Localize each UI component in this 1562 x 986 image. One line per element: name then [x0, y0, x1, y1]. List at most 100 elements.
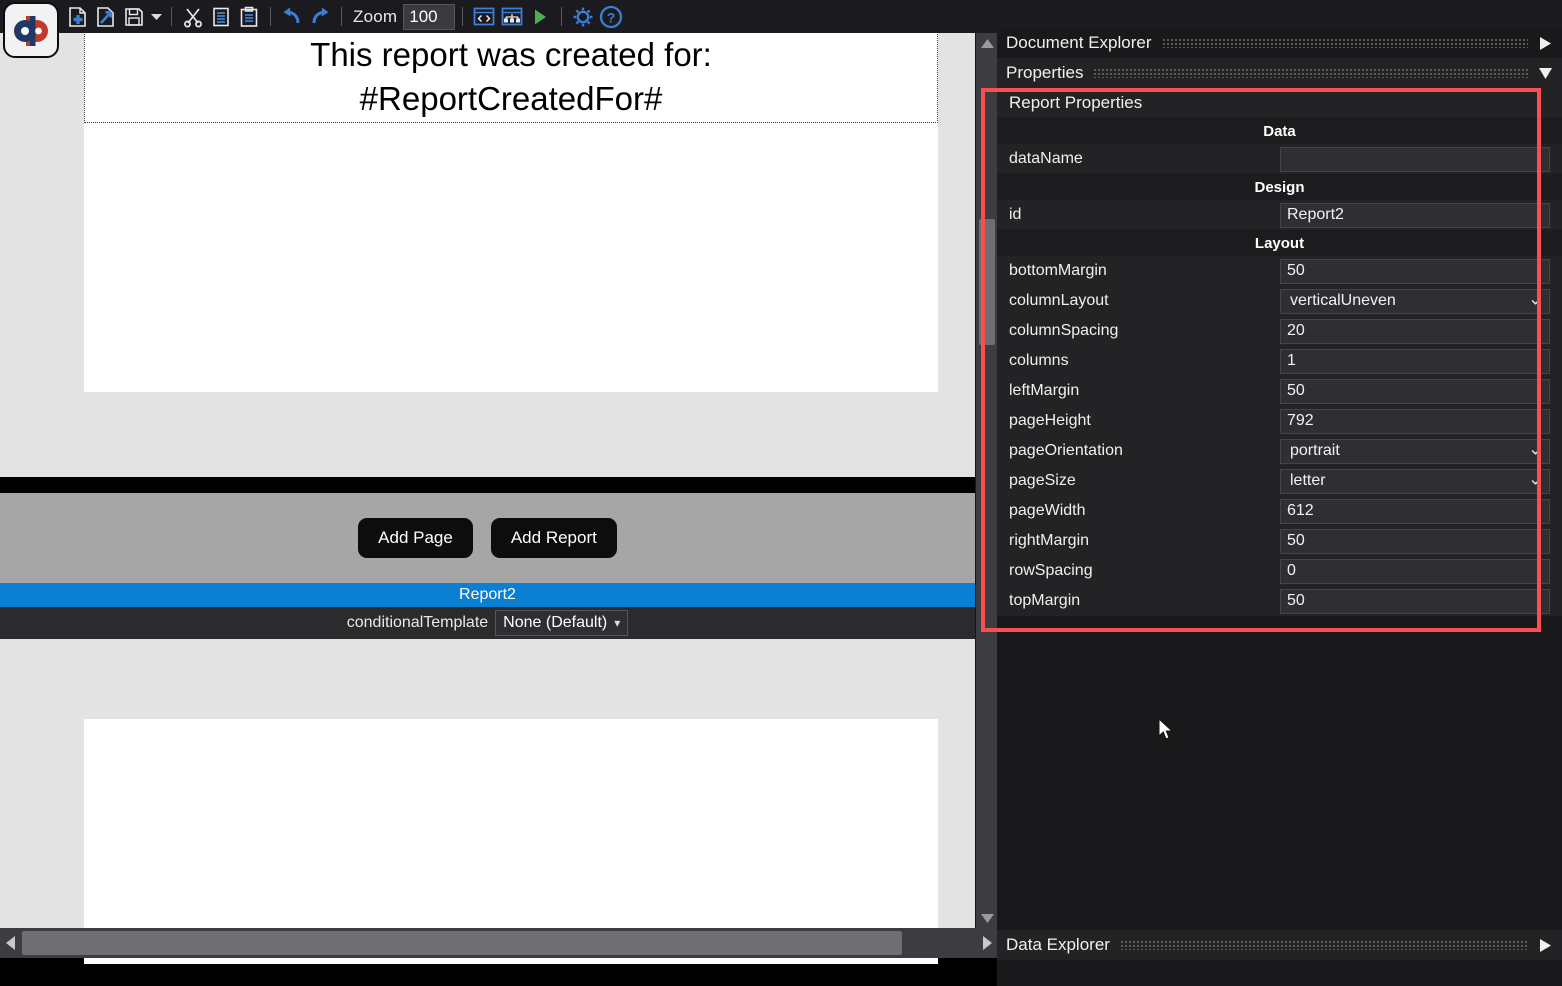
- property-value-text: 50: [1287, 382, 1305, 400]
- dotted-rule: [1120, 941, 1528, 950]
- property-value-text: 50: [1287, 532, 1305, 550]
- property-input-rightMargin[interactable]: 50: [1280, 529, 1550, 554]
- property-row: leftMargin50: [997, 376, 1562, 406]
- data-explorer-header[interactable]: Data Explorer: [997, 930, 1562, 960]
- chevron-down-icon[interactable]: ⌄: [1528, 288, 1543, 309]
- property-input-pageWidth[interactable]: 612: [1280, 499, 1550, 524]
- property-name-id: id: [997, 206, 1280, 224]
- property-value-text: 612: [1287, 502, 1314, 520]
- open-document-icon[interactable]: [92, 3, 120, 31]
- property-name-columnLayout: columnLayout: [997, 292, 1280, 310]
- property-value-text: verticalUneven: [1290, 292, 1396, 310]
- horizontal-scrollbar-thumb[interactable]: [22, 931, 902, 955]
- property-name-bottomMargin: bottomMargin: [997, 262, 1280, 280]
- canvas-top-section: This report was created for: #ReportCrea…: [0, 33, 975, 477]
- document-explorer-header[interactable]: Document Explorer: [997, 28, 1562, 58]
- expand-right-arrow-icon[interactable]: [1538, 37, 1552, 50]
- canvas-bottom-section: [0, 639, 975, 928]
- chevron-down-icon[interactable]: ⌄: [1528, 468, 1543, 489]
- report-tab-report2[interactable]: Report2: [0, 583, 975, 607]
- property-select-columnLayout[interactable]: verticalUneven ⌄: [1280, 289, 1550, 314]
- property-row: pageOrientationportrait⌄: [997, 436, 1562, 466]
- property-group-header: Layout: [997, 230, 1562, 256]
- code-view-icon[interactable]: [470, 3, 498, 31]
- application-window: Zoom: [0, 0, 1562, 986]
- report-header-element[interactable]: This report was created for: #ReportCrea…: [84, 33, 938, 123]
- property-row: columnSpacing20: [997, 316, 1562, 346]
- redo-icon[interactable]: [306, 3, 334, 31]
- property-select-pageSize[interactable]: letter ⌄: [1280, 469, 1550, 494]
- add-page-button[interactable]: Add Page: [358, 518, 473, 558]
- save-dropdown-caret-icon[interactable]: [148, 5, 164, 29]
- cut-icon[interactable]: [179, 3, 207, 31]
- copy-icon[interactable]: [207, 3, 235, 31]
- designer-view-icon[interactable]: [498, 3, 526, 31]
- property-input-id[interactable]: Report2: [1280, 203, 1550, 228]
- property-name-topMargin: topMargin: [997, 592, 1280, 610]
- property-row: pageHeight792: [997, 406, 1562, 436]
- save-icon[interactable]: [120, 3, 148, 31]
- property-row: bottomMargin 50: [997, 256, 1562, 286]
- property-name-columns: columns: [997, 352, 1280, 370]
- conditional-template-select[interactable]: None (Default) ▾: [495, 610, 628, 636]
- add-report-button[interactable]: Add Report: [491, 518, 617, 558]
- property-value-text: 50: [1287, 592, 1305, 610]
- scroll-right-arrow-icon[interactable]: [977, 928, 997, 958]
- properties-header[interactable]: Properties: [997, 58, 1562, 88]
- property-value-text: 20: [1287, 322, 1305, 340]
- undo-icon[interactable]: [278, 3, 306, 31]
- paste-icon[interactable]: [235, 3, 263, 31]
- property-group-header: Design: [997, 174, 1562, 200]
- report-tab-label: Report2: [459, 586, 516, 604]
- toolbar-separator: [341, 7, 342, 26]
- app-logo: [3, 2, 59, 58]
- chevron-down-icon[interactable]: ⌄: [1528, 438, 1543, 459]
- property-input-topMargin[interactable]: 50: [1280, 589, 1550, 614]
- scroll-up-arrow-icon[interactable]: [976, 33, 998, 53]
- help-icon[interactable]: ?: [597, 3, 625, 31]
- new-document-icon[interactable]: [64, 3, 92, 31]
- property-select-pageOrientation[interactable]: portrait⌄: [1280, 439, 1550, 464]
- property-name-dataName: dataName: [997, 150, 1280, 168]
- expand-right-arrow-icon[interactable]: [1538, 939, 1552, 952]
- run-icon[interactable]: [526, 3, 554, 31]
- report-properties-panel: Report Properties DatadataNameDesignidRe…: [997, 88, 1562, 616]
- property-input-pageHeight[interactable]: 792: [1280, 409, 1550, 434]
- property-group-header: Data: [997, 118, 1562, 144]
- toolbar-button-group: Zoom: [64, 0, 625, 33]
- toolbar-separator: [270, 7, 271, 26]
- scroll-left-arrow-icon[interactable]: [0, 928, 20, 958]
- canvas-horizontal-scrollbar[interactable]: [0, 928, 997, 958]
- property-row: topMargin 50: [997, 586, 1562, 616]
- vertical-scrollbar-thumb[interactable]: [979, 219, 995, 345]
- scroll-down-arrow-icon[interactable]: [976, 908, 998, 928]
- dotted-rule: [1162, 39, 1528, 48]
- property-value-text: 1: [1287, 352, 1296, 370]
- property-name-rightMargin: rightMargin: [997, 532, 1280, 550]
- collapse-down-arrow-icon[interactable]: [1538, 68, 1552, 79]
- horizontal-scrollbar-track[interactable]: [20, 928, 977, 958]
- property-name-pageSize: pageSize: [997, 472, 1280, 490]
- report-header-text: This report was created for: #ReportCrea…: [310, 33, 712, 121]
- properties-label: Properties: [1006, 63, 1083, 83]
- property-row: columns 1: [997, 346, 1562, 376]
- property-row: pageWidth612: [997, 496, 1562, 526]
- section-divider: [0, 477, 975, 493]
- property-input-bottomMargin[interactable]: 50: [1280, 259, 1550, 284]
- property-input-columns[interactable]: 1: [1280, 349, 1550, 374]
- dotted-rule: [1093, 69, 1528, 78]
- svg-text:?: ?: [607, 9, 616, 25]
- property-value-text: 50: [1287, 262, 1305, 280]
- property-name-pageHeight: pageHeight: [997, 412, 1280, 430]
- conditional-template-label: conditionalTemplate: [347, 614, 488, 632]
- property-input-rowSpacing[interactable]: 0: [1280, 559, 1550, 584]
- zoom-input[interactable]: [403, 4, 455, 30]
- property-name-pageOrientation: pageOrientation: [997, 442, 1280, 460]
- property-input-columnSpacing[interactable]: 20: [1280, 319, 1550, 344]
- property-input-leftMargin[interactable]: 50: [1280, 379, 1550, 404]
- property-row: pageSize letter ⌄: [997, 466, 1562, 496]
- settings-gear-icon[interactable]: [569, 3, 597, 31]
- canvas-vertical-scrollbar[interactable]: [975, 33, 997, 928]
- property-value-text: letter: [1290, 472, 1326, 490]
- property-input-dataName[interactable]: [1280, 147, 1550, 172]
